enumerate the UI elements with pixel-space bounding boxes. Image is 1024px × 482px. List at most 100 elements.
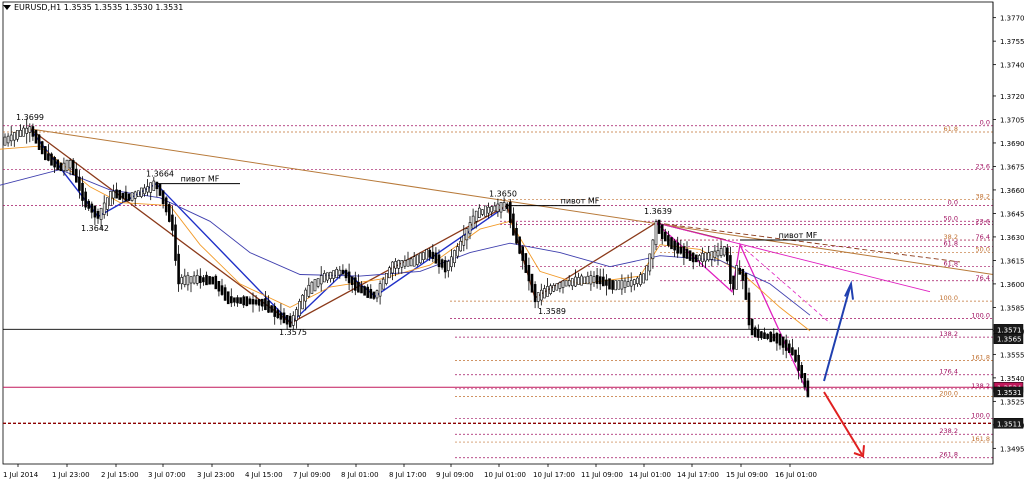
price-tag-label: 1.3571 (997, 326, 1022, 334)
y-tick-label: 1.3525 (1000, 398, 1024, 406)
candle-body (56, 159, 60, 171)
candle-body (384, 273, 388, 284)
candle-body (791, 347, 794, 356)
candle-body (676, 242, 680, 254)
candle-body (93, 205, 97, 218)
fib-label: 200.0 (939, 390, 958, 398)
candle-body (577, 277, 580, 285)
candle-body (546, 286, 549, 297)
x-tick-label: 7 Jul 09:00 (293, 471, 331, 479)
candle-body (428, 249, 432, 258)
candle-body (620, 279, 624, 290)
candle-body (459, 240, 463, 252)
candle-body (130, 192, 134, 201)
candle-body (171, 214, 174, 231)
y-tick-label: 1.3705 (1000, 116, 1024, 124)
candle-body (288, 315, 292, 328)
candle-body (87, 200, 90, 209)
candle-body (127, 193, 131, 201)
candle-body (530, 273, 534, 293)
candle-body (406, 259, 410, 267)
candle-body (285, 315, 289, 325)
candle-body (149, 182, 152, 193)
candle-body (567, 280, 571, 286)
fib-label: 100.0 (939, 294, 958, 302)
dropdown-triangle-icon[interactable] (3, 5, 11, 10)
candle-body (487, 206, 490, 214)
candle-body (347, 271, 351, 284)
fib-label: 76.4 (976, 233, 990, 241)
candle-body (800, 365, 804, 379)
candle-body (47, 153, 50, 161)
candle-body (366, 286, 370, 298)
candle-body (22, 127, 25, 137)
candle-body (226, 291, 230, 305)
candle-body (313, 279, 317, 292)
candle-body (462, 235, 466, 246)
x-tick-label: 15 Jul 09:00 (726, 471, 768, 479)
candle-body (663, 231, 667, 242)
candle-body (648, 253, 652, 272)
fib-label: 161.8 (971, 354, 990, 362)
candle-body (68, 159, 72, 169)
candle-body (121, 192, 125, 199)
candle-body (440, 259, 444, 268)
fib-label: 100.0 (971, 412, 990, 420)
candle-body (3, 136, 7, 146)
candle-body (254, 299, 258, 305)
candle-body (543, 288, 546, 299)
candle-body (787, 343, 791, 353)
plot-frame (2, 1, 994, 465)
symbol-header[interactable]: EURUSD,H1 1.3535 1.3535 1.3530 1.3531 (3, 3, 183, 12)
candle-body (13, 132, 16, 141)
candle-body (729, 255, 732, 284)
candle-body (338, 269, 342, 276)
fib-label: 138.2 (939, 330, 958, 338)
candle-body (539, 289, 543, 301)
fib-label: 23.6 (976, 217, 990, 225)
candle-body (605, 279, 608, 286)
candle-body (437, 254, 441, 268)
candle-body (34, 129, 38, 144)
y-tick-label: 1.3555 (1000, 351, 1024, 359)
candle-body (623, 280, 627, 289)
candle-body (474, 210, 478, 222)
fib-label: 50.0 (976, 246, 990, 254)
candle-body (716, 250, 720, 257)
candle-body (555, 283, 559, 291)
price-tag-label: 1.3565 (997, 336, 1022, 344)
candle-body (508, 202, 512, 223)
candle-body (140, 187, 143, 197)
swing-label: 1.3699 (16, 113, 44, 122)
candle-body (81, 182, 84, 201)
candle-body (750, 318, 754, 336)
candle-body (378, 283, 382, 297)
candle-body (124, 191, 128, 202)
candle-body (698, 255, 701, 261)
candle-body (25, 127, 29, 134)
candle-body (549, 285, 552, 294)
candle-body (732, 275, 735, 290)
x-tick-label: 9 Jul 09:00 (436, 471, 474, 479)
candle-body (90, 203, 94, 213)
candle-body (28, 126, 32, 133)
candle-body (307, 284, 311, 297)
candle-body (657, 219, 661, 234)
candle-body (301, 294, 304, 310)
fib-label: 0.0 (948, 199, 958, 207)
candle-body (515, 227, 518, 244)
candle-body (50, 153, 53, 166)
candle-body (642, 273, 645, 284)
candle-body (195, 275, 199, 284)
candle-body (96, 210, 100, 219)
candle-body (450, 256, 453, 268)
candle-body (778, 333, 782, 346)
candle-body (502, 202, 506, 211)
fib-label: 176.4 (939, 368, 958, 376)
candle-body (772, 333, 776, 342)
candle-body (53, 157, 56, 168)
candle-body (574, 276, 577, 287)
candle-body (291, 315, 295, 326)
candle-body (31, 126, 35, 137)
candle-body (753, 327, 757, 338)
